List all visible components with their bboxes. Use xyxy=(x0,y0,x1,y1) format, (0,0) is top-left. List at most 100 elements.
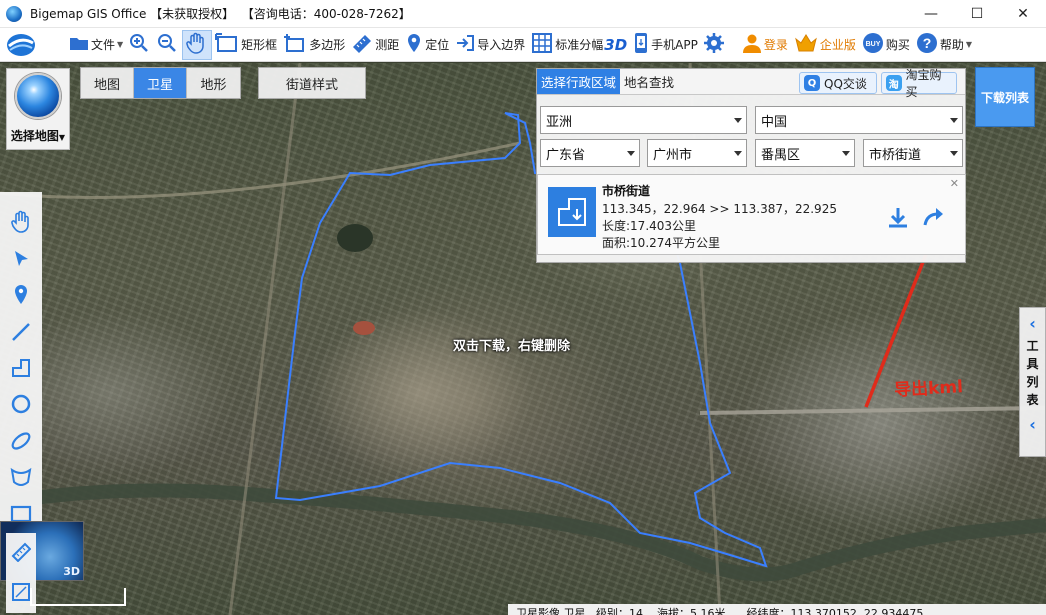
annotation-label: 导出kml xyxy=(893,377,964,401)
city-value: 广州市 xyxy=(653,147,693,163)
continent-select[interactable]: 亚洲 xyxy=(540,106,747,134)
settings-button[interactable] xyxy=(701,30,729,60)
city-select[interactable]: 广州市 xyxy=(647,139,747,167)
polyline-tool[interactable] xyxy=(6,350,36,386)
boundary-file-icon xyxy=(548,187,596,237)
file-menu-button[interactable]: 文件 ▼ xyxy=(66,30,126,60)
chevron-down-icon xyxy=(950,151,958,156)
result-length: 长度:17.403公里 xyxy=(602,219,697,233)
buy-button[interactable]: BUY 购买 xyxy=(859,30,913,60)
user-icon xyxy=(742,33,764,56)
bigemap-logo-icon xyxy=(4,30,38,60)
taobao-buy-button[interactable]: 淘 淘宝购买 xyxy=(881,68,957,99)
google-earth-globe-icon xyxy=(15,73,61,119)
enterprise-button[interactable]: 企业版 xyxy=(791,30,859,60)
sector-tool[interactable] xyxy=(6,459,36,495)
buy-icon: BUY xyxy=(862,32,886,57)
province-select[interactable]: 广东省 xyxy=(540,139,640,167)
circle-tool[interactable] xyxy=(6,386,36,422)
result-area: 面积:10.274平方公里 xyxy=(602,236,721,250)
download-button[interactable] xyxy=(886,205,910,232)
chevron-down-icon xyxy=(734,151,742,156)
mobile-app-button[interactable]: 手机APP xyxy=(630,30,701,60)
measure-distance-button[interactable]: 测距 xyxy=(348,30,402,60)
line-tool[interactable] xyxy=(6,313,36,349)
download-list-button[interactable]: 下载列表 xyxy=(975,67,1035,127)
zoom-out-icon xyxy=(157,33,179,56)
taobao-buy-label: 淘宝购买 xyxy=(905,68,942,99)
step-line-icon xyxy=(12,358,30,377)
chevron-down-icon xyxy=(734,118,742,123)
status-text: 卫星影像 卫星 级别：14 海拔：5.16米 经纬度：113.370152, 2… xyxy=(516,607,924,615)
tab-place-search[interactable]: 地名查找 xyxy=(620,69,678,94)
zoom-in-button[interactable] xyxy=(126,30,154,60)
tab-select-region[interactable]: 选择行政区域 xyxy=(537,69,621,94)
hand-icon xyxy=(11,210,29,234)
select-tool[interactable] xyxy=(6,240,36,276)
ellipse-tool[interactable] xyxy=(6,423,36,459)
download-icon xyxy=(889,208,907,228)
sector-icon xyxy=(10,468,32,487)
enterprise-label: 企业版 xyxy=(819,38,856,52)
chevron-left-icon: ‹ xyxy=(1029,415,1036,434)
circle-icon xyxy=(11,395,31,414)
tool-list-label: 工具列表 xyxy=(1026,339,1039,407)
street-select[interactable]: 市桥街道 xyxy=(863,139,963,167)
tab-terrain[interactable]: 地形 xyxy=(187,68,240,98)
export-kml-button[interactable] xyxy=(922,205,946,232)
chevron-down-icon xyxy=(842,151,850,156)
measure-tool[interactable] xyxy=(11,542,32,565)
result-coords: 113.345，22.964 >> 113.387，22.925 xyxy=(602,202,837,216)
qq-icon: Q xyxy=(804,75,820,91)
polygon-select-button[interactable]: 多边形 xyxy=(280,30,348,60)
street-style-button[interactable]: 街道样式 xyxy=(258,67,366,99)
scale-bar xyxy=(30,588,126,606)
minimap-3d-label: 3D xyxy=(63,565,80,578)
street-value: 市桥街道 xyxy=(869,147,922,163)
zoom-out-button[interactable] xyxy=(154,30,182,60)
maximize-button[interactable]: ☐ xyxy=(954,0,1000,28)
select-map-label: 选择地图 xyxy=(10,129,59,143)
tab-satellite[interactable]: 卫星 xyxy=(134,68,187,98)
main-toolbar: 文件 ▼ 矩形框 多边形 测距 定位 导入边界 标准分幅 3D 手机APP 登录… xyxy=(0,28,1046,62)
locate-button[interactable]: 定位 xyxy=(402,30,452,60)
province-value: 广东省 xyxy=(546,147,586,163)
country-select[interactable]: 中国 xyxy=(755,106,963,134)
pan-button[interactable] xyxy=(182,29,213,60)
marker-tool[interactable] xyxy=(6,277,36,313)
svg-text:?: ? xyxy=(923,35,932,51)
river xyxy=(0,483,1046,582)
tool-list-tab[interactable]: ‹ 工具列表 ‹ xyxy=(1019,307,1046,457)
close-icon[interactable]: ✕ xyxy=(950,177,959,190)
grid-icon xyxy=(531,32,555,57)
help-button[interactable]: ? 帮助 ▼ xyxy=(913,30,975,60)
gear-icon xyxy=(703,33,726,56)
country-value: 中国 xyxy=(761,114,788,130)
login-label: 登录 xyxy=(763,38,788,52)
import-boundary-button[interactable]: 导入边界 xyxy=(452,30,528,60)
login-button[interactable]: 登录 xyxy=(739,30,791,60)
district-select[interactable]: 番禺区 xyxy=(755,139,855,167)
map-hint-text: 双击下载，右键删除 xyxy=(453,339,571,354)
rectangle-select-button[interactable]: 矩形框 xyxy=(212,30,280,60)
qq-chat-button[interactable]: Q QQ交谈 xyxy=(799,72,877,94)
ruler-icon xyxy=(11,542,32,562)
drawing-tool-strip xyxy=(0,192,42,532)
minimize-button[interactable]: — xyxy=(908,0,954,28)
measure-distance-label: 测距 xyxy=(375,38,400,52)
ruler-icon xyxy=(351,33,375,56)
standard-sheet-button[interactable]: 标准分幅 3D xyxy=(528,30,630,60)
chevron-down-icon xyxy=(950,118,958,123)
rectangle-select-icon xyxy=(215,33,241,56)
status-bar: 卫星影像 卫星 级别：14 海拔：5.16米 经纬度：113.370152, 2… xyxy=(508,604,1046,615)
hand-tool[interactable] xyxy=(6,204,36,240)
satellite-map[interactable]: 选择地图▼ 地图 卫星 地形 街道样式 3D 选择行政区域 地名查找 Q QQ交… xyxy=(0,63,1046,615)
qq-chat-label: QQ交谈 xyxy=(824,76,867,91)
tab-map[interactable]: 地图 xyxy=(81,68,134,98)
ellipse-icon xyxy=(11,432,31,450)
area-tool[interactable] xyxy=(11,582,31,605)
hand-pan-icon xyxy=(186,32,208,57)
close-button[interactable]: ✕ xyxy=(1000,0,1046,28)
select-map-button[interactable]: 选择地图▼ xyxy=(6,68,70,150)
polygon-select-label: 多边形 xyxy=(309,38,346,52)
